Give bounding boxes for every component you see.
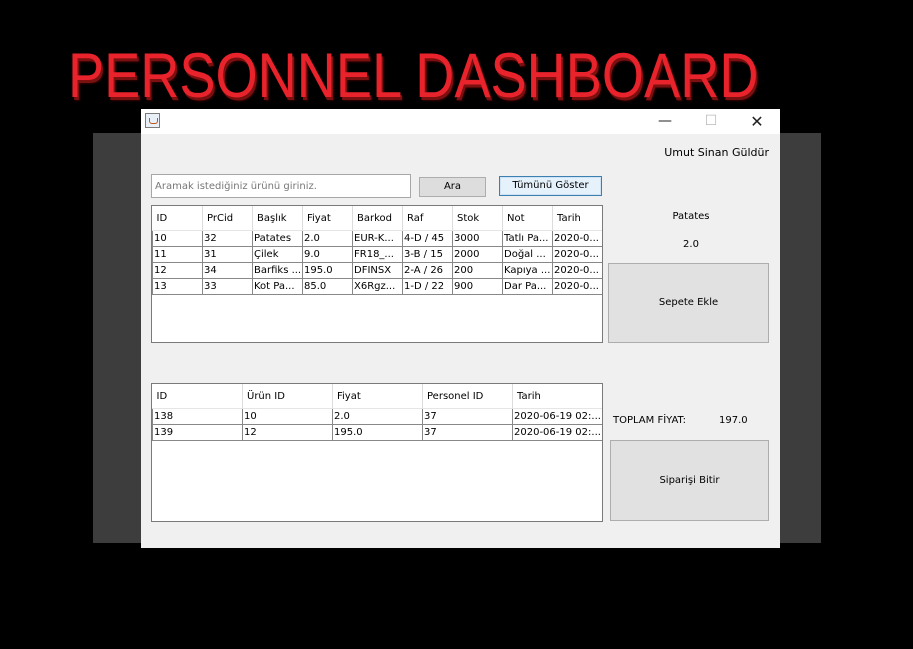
products-table[interactable]: ID PrCid Başlık Fiyat Barkod Raf Stok Not Tarih …: [151, 205, 603, 343]
column-header[interactable]: PrCid: [202, 206, 253, 231]
table-cell[interactable]: Kot Pa...: [252, 278, 303, 295]
table-cell[interactable]: 12: [242, 424, 333, 441]
show-all-button[interactable]: Tümünü Göster: [499, 176, 602, 196]
selected-product-price: 2.0: [683, 239, 699, 250]
app-window: — ☐ ✕ Umut Sinan Güldür Ara Tümünü Göste…: [141, 109, 780, 548]
table-cell[interactable]: 900: [452, 278, 503, 295]
table-cell[interactable]: 2000: [452, 246, 503, 263]
column-header[interactable]: Raf: [402, 206, 453, 231]
order-row[interactable]: 138 10 2.0 37 2020-06-19 02:...: [152, 408, 602, 425]
java-cup-icon: [145, 113, 160, 128]
product-row[interactable]: 12 34 Barfiks ... 195.0 DFINSX 2-A / 26 200 Kap…: [152, 262, 602, 279]
column-header[interactable]: Fiyat: [332, 384, 423, 409]
table-cell[interactable]: 138: [152, 408, 243, 425]
table-cell[interactable]: 33: [202, 278, 253, 295]
table-cell[interactable]: 11: [152, 246, 203, 263]
table-cell[interactable]: 32: [202, 230, 253, 247]
table-cell[interactable]: 2020-0...: [552, 278, 602, 295]
table-cell[interactable]: FR18_...: [352, 246, 403, 263]
column-header[interactable]: ID: [152, 384, 243, 409]
table-cell[interactable]: 195.0: [302, 262, 353, 279]
column-header[interactable]: Barkod: [352, 206, 403, 231]
table-cell[interactable]: 31: [202, 246, 253, 263]
table-cell[interactable]: Doğal ...: [502, 246, 553, 263]
table-cell[interactable]: 10: [152, 230, 203, 247]
maximize-button[interactable]: ☐: [688, 109, 734, 134]
orders-table[interactable]: ID Ürün ID Fiyat Personel ID Tarih 138 10 2.0 3…: [151, 383, 603, 522]
table-cell[interactable]: 85.0: [302, 278, 353, 295]
table-cell[interactable]: 2.0: [302, 230, 353, 247]
table-cell[interactable]: 2020-0...: [552, 246, 602, 263]
table-cell[interactable]: 195.0: [332, 424, 423, 441]
finish-order-button[interactable]: Siparişi Bitir: [610, 440, 769, 521]
close-button[interactable]: ✕: [734, 109, 780, 134]
table-cell[interactable]: 9.0: [302, 246, 353, 263]
table-cell[interactable]: 139: [152, 424, 243, 441]
table-cell[interactable]: 2.0: [332, 408, 423, 425]
search-input[interactable]: [151, 174, 411, 198]
table-cell[interactable]: 13: [152, 278, 203, 295]
product-row[interactable]: 10 32 Patates 2.0 EUR-K... 4-D / 45 3000 Tatlı …: [152, 230, 602, 247]
column-header[interactable]: Fiyat: [302, 206, 353, 231]
column-header[interactable]: Tarih: [512, 384, 602, 409]
order-row[interactable]: 139 12 195.0 37 2020-06-19 02:...: [152, 424, 602, 441]
column-header[interactable]: ID: [152, 206, 203, 231]
table-cell[interactable]: DFINSX: [352, 262, 403, 279]
table-cell[interactable]: Kapıya ...: [502, 262, 553, 279]
table-cell[interactable]: 2-A / 26: [402, 262, 453, 279]
table-cell[interactable]: 3-B / 15: [402, 246, 453, 263]
table-cell[interactable]: 10: [242, 408, 333, 425]
table-cell[interactable]: 2020-06-19 02:...: [512, 408, 602, 425]
column-header[interactable]: Personel ID: [422, 384, 513, 409]
minimize-button[interactable]: —: [642, 109, 688, 134]
product-row[interactable]: 11 31 Çilek 9.0 FR18_... 3-B / 15 2000 Doğal ..…: [152, 246, 602, 263]
table-cell[interactable]: Patates: [252, 230, 303, 247]
table-cell[interactable]: 2020-0...: [552, 262, 602, 279]
table-cell[interactable]: Tatlı Pa...: [502, 230, 553, 247]
selected-product-name: Patates: [672, 211, 710, 222]
user-name-label: Umut Sinan Güldür: [664, 146, 769, 159]
total-price-label: TOPLAM FİYAT:: [613, 415, 686, 426]
table-cell[interactable]: EUR-K...: [352, 230, 403, 247]
table-cell[interactable]: 200: [452, 262, 503, 279]
table-cell[interactable]: 1-D / 22: [402, 278, 453, 295]
column-header[interactable]: Tarih: [552, 206, 602, 231]
search-button[interactable]: Ara: [419, 177, 486, 197]
table-cell[interactable]: X6Rgz...: [352, 278, 403, 295]
product-row[interactable]: 13 33 Kot Pa... 85.0 X6Rgz... 1-D / 22 900 Dar …: [152, 278, 602, 295]
table-cell[interactable]: 34: [202, 262, 253, 279]
table-cell[interactable]: 37: [422, 408, 513, 425]
table-cell[interactable]: 3000: [452, 230, 503, 247]
column-header[interactable]: Ürün ID: [242, 384, 333, 409]
table-cell[interactable]: Barfiks ...: [252, 262, 303, 279]
table-cell[interactable]: Çilek: [252, 246, 303, 263]
column-header[interactable]: Stok: [452, 206, 503, 231]
column-header[interactable]: Başlık: [252, 206, 303, 231]
window-titlebar[interactable]: — ☐ ✕: [141, 109, 780, 134]
table-cell[interactable]: 12: [152, 262, 203, 279]
column-header[interactable]: Not: [502, 206, 553, 231]
table-cell[interactable]: 37: [422, 424, 513, 441]
table-cell[interactable]: 2020-06-19 02:...: [512, 424, 602, 441]
total-price-value: 197.0: [719, 415, 748, 426]
dashboard-banner-title: PERSONNEL DASHBOARD: [68, 41, 759, 111]
add-to-cart-button[interactable]: Sepete Ekle: [608, 263, 769, 343]
table-cell[interactable]: Dar Pa...: [502, 278, 553, 295]
table-cell[interactable]: 4-D / 45: [402, 230, 453, 247]
table-cell[interactable]: 2020-0...: [552, 230, 602, 247]
